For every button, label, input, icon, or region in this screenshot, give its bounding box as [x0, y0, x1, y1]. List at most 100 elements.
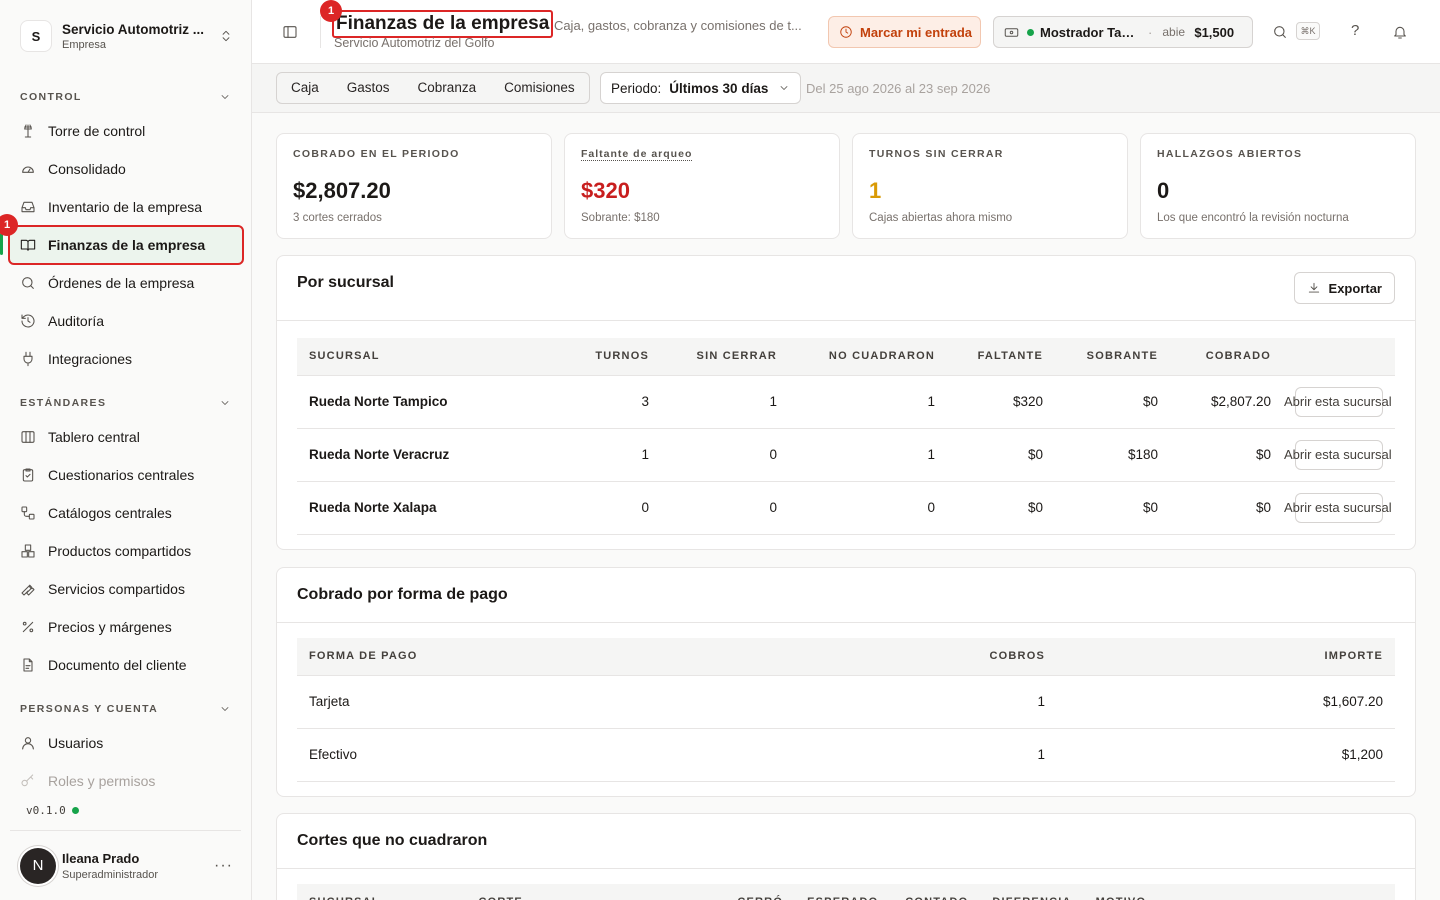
open-branch-button[interactable]: Abrir esta sucursal	[1284, 439, 1392, 470]
cell-sin-cerrar: 0	[661, 428, 789, 482]
sidebar-item-label: Inventario de la empresa	[48, 199, 203, 215]
column-header: CONTADO	[890, 884, 981, 900]
period-select[interactable]: Periodo: Últimos 30 días	[600, 72, 802, 104]
sidebar-item-label: Integraciones	[48, 351, 133, 367]
section-estandares-toggle[interactable]: ESTÁNDARES	[20, 397, 231, 409]
table-header-row: SUCURSAL CORTE CERRÓ ESPERADO CONTADO DI…	[297, 884, 1395, 900]
sidebar-item-label: Órdenes de la empresa	[48, 275, 195, 291]
help-icon[interactable]: ?	[1351, 22, 1359, 39]
page-subtitle: Servicio Automotriz del Golfo	[334, 36, 495, 50]
tab-comisiones[interactable]: Comisiones	[490, 73, 589, 103]
column-header: DIFERENCIA	[980, 884, 1084, 900]
sidebar-item-label: Catálogos centrales	[48, 505, 172, 521]
cell-no-cuadraron: 0	[789, 481, 947, 535]
sidebar-item-label: Roles y permisos	[48, 773, 156, 789]
clock-in-button[interactable]: Marcar mi entrada	[828, 16, 981, 48]
open-branch-label: Abrir esta sucursal	[1284, 499, 1392, 515]
chevrons-up-down-icon	[222, 30, 230, 42]
user-menu[interactable]: N Ileana Prado Superadministrador ···	[10, 830, 241, 900]
kpi-label[interactable]: Faltante de arqueo	[581, 148, 823, 160]
cash-register-selector[interactable]: Mostrador Tampi... · abie $1,500	[993, 16, 1253, 48]
app-version: v0.1.0	[26, 804, 79, 817]
clipboard-check-icon	[22, 468, 34, 482]
column-header-actions	[1283, 338, 1395, 376]
columns-icon	[21, 431, 35, 443]
workspace-switcher[interactable]: S Servicio Automotriz ... Empresa	[20, 16, 233, 56]
version-text: v0.1.0	[26, 804, 66, 817]
kpi-sub: Los que encontró la revisión nocturna	[1157, 212, 1349, 224]
divider	[277, 320, 1415, 321]
bell-icon[interactable]	[1392, 24, 1408, 40]
cell-sobrante: $0	[1055, 375, 1170, 429]
export-button[interactable]: Exportar	[1293, 272, 1395, 304]
column-header: ESPERADO	[795, 884, 891, 900]
sidebar-item-consolidado[interactable]: Consolidado	[8, 151, 244, 187]
kpi-value: 0	[1157, 178, 1170, 203]
divider	[277, 622, 1415, 623]
column-header: COBRADO	[1170, 338, 1283, 376]
mismatch-table: SUCURSAL CORTE CERRÓ ESPERADO CONTADO DI…	[297, 884, 1395, 900]
payment-count: 1	[857, 728, 1057, 782]
sidebar-item-servicios[interactable]: Servicios compartidos	[8, 571, 244, 607]
column-header: NO CUADRARON	[789, 338, 947, 376]
sidebar-item-ordenes[interactable]: Órdenes de la empresa	[8, 265, 244, 301]
sidebar-item-integraciones[interactable]: Integraciones	[8, 341, 244, 377]
payments-card: Cobrado por forma de pago FORMA DE PAGO …	[276, 567, 1416, 797]
open-branch-label: Abrir esta sucursal	[1284, 446, 1392, 462]
kpi-label: COBRADO EN EL PERIODO	[293, 148, 460, 160]
cell-no-cuadraron: 1	[789, 375, 947, 429]
sidebar-item-productos[interactable]: Productos compartidos	[8, 533, 244, 569]
tower-icon	[24, 124, 32, 138]
register-state: abie	[1162, 25, 1186, 39]
sidebar-item-tablero-central[interactable]: Tablero central	[8, 419, 244, 455]
column-header: IMPORTE	[1057, 638, 1395, 676]
sidebar-item-torre-de-control[interactable]: Torre de control	[8, 113, 244, 149]
kpi-value: $320	[581, 178, 630, 203]
kpi-sub: 3 cortes cerrados	[293, 212, 382, 224]
avatar: N	[20, 847, 56, 884]
sidebar-item-auditoria[interactable]: Auditoría	[8, 303, 244, 339]
sidebar-item-finanzas[interactable]: Finanzas de la empresa	[8, 225, 244, 265]
status-dot	[71, 807, 79, 814]
sidebar-item-precios[interactable]: Precios y márgenes	[8, 609, 244, 645]
column-header: SOBRANTE	[1055, 338, 1170, 376]
open-branch-button[interactable]: Abrir esta sucursal	[1284, 492, 1392, 523]
sidebar-item-label: Documento del cliente	[48, 657, 187, 673]
sidebar-item-cuestionarios[interactable]: Cuestionarios centrales	[8, 457, 244, 493]
search-icon[interactable]	[1272, 24, 1288, 40]
sidebar-item-label: Productos compartidos	[48, 543, 192, 559]
section-personas-toggle[interactable]: PERSONAS Y CUENTA	[20, 703, 231, 715]
column-header: TURNOS	[557, 338, 661, 376]
period-value: Últimos 30 días	[669, 80, 769, 96]
tab-caja[interactable]: Caja	[277, 73, 333, 103]
tab-gastos[interactable]: Gastos	[333, 73, 404, 103]
workspace-avatar: S	[20, 20, 52, 52]
open-branch-button[interactable]: Abrir esta sucursal	[1284, 386, 1392, 417]
kpi-card-turnos: TURNOS SIN CERRAR 1 Cajas abiertas ahora…	[852, 133, 1128, 239]
branches-card: Por sucursal Exportar SUCURSAL TURNOS SI…	[276, 255, 1416, 550]
sidebar-toggle-icon[interactable]	[282, 24, 298, 40]
gauge-icon	[22, 166, 34, 173]
date-range: Del 25 ago 2026 al 23 sep 2026	[806, 81, 991, 96]
cell-no-cuadraron: 1	[789, 428, 947, 482]
column-header: FALTANTE	[947, 338, 1055, 376]
branch-name: Rueda Norte Veracruz	[297, 428, 557, 482]
sidebar-item-roles[interactable]: Roles y permisos	[8, 763, 244, 799]
chevron-down-icon	[780, 86, 788, 90]
sidebar-item-documento[interactable]: Documento del cliente	[8, 647, 244, 683]
sidebar-item-usuarios[interactable]: Usuarios	[8, 725, 244, 761]
sidebar-item-label: Consolidado	[48, 161, 126, 177]
sidebar-item-catalogos[interactable]: Catálogos centrales	[8, 495, 244, 531]
more-icon[interactable]: ···	[214, 857, 233, 875]
register-status-dot	[1027, 28, 1034, 36]
section-control-toggle[interactable]: CONTROL	[20, 91, 231, 103]
export-label: Exportar	[1328, 280, 1382, 296]
table-header-row: FORMA DE PAGO COBROS IMPORTE	[297, 638, 1395, 676]
sidebar-item-label: Finanzas de la empresa	[48, 237, 206, 253]
column-header: SIN CERRAR	[661, 338, 789, 376]
column-header: CERRÓ	[685, 884, 796, 900]
percent-icon	[22, 621, 34, 633]
cell-turnos: 3	[557, 375, 661, 429]
sidebar-item-inventario[interactable]: Inventario de la empresa	[8, 189, 244, 225]
tab-cobranza[interactable]: Cobranza	[404, 73, 491, 103]
